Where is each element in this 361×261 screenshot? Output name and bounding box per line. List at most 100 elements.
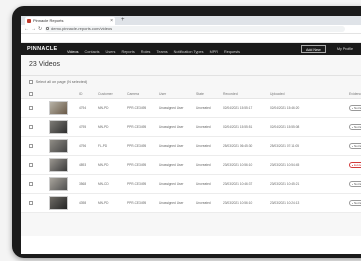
- cell-recorded: 02/04/2021 15:55:51: [223, 125, 253, 129]
- video-thumbnail[interactable]: [49, 120, 68, 134]
- col-recorded[interactable]: Recorded: [223, 90, 238, 98]
- video-thumbnail[interactable]: [49, 177, 68, 191]
- evidence-badge[interactable]: Not Evidence: [349, 181, 361, 187]
- cell-id: 4794: [79, 106, 87, 110]
- row-checkbox[interactable]: [29, 175, 35, 193]
- new-tab-button[interactable]: +: [121, 16, 125, 25]
- evidence-label: Not Evidence: [354, 182, 361, 186]
- col-uploaded[interactable]: Uploaded: [270, 90, 285, 98]
- user-menu[interactable]: My Profile: [337, 43, 353, 55]
- cell-camera: PPR-CE3495: [127, 201, 147, 205]
- table-row[interactable]: 4796 FL-PD PPR-CE3495 Unassigned User Uncrea…: [21, 137, 361, 156]
- back-arrow-icon[interactable]: ←: [24, 25, 29, 33]
- tab-strip: Pinnacle Reports × +: [21, 16, 361, 25]
- status-dot-icon: [351, 107, 354, 110]
- cell-id: 4398: [79, 201, 87, 205]
- lock-icon: [46, 27, 49, 30]
- evidence-badge[interactable]: Not Evidence: [349, 200, 361, 206]
- cell-uploaded: 02/04/2021 15:55:08: [270, 125, 300, 129]
- cell-state: Uncreated: [196, 163, 211, 167]
- select-all-checkbox[interactable]: [29, 80, 33, 84]
- address-bar-row: ← → ↻ demo.pinnacle-reports.com/videos: [21, 25, 361, 34]
- main-content: 23 Videos Select all on page (N selected…: [21, 55, 361, 236]
- video-thumbnail[interactable]: [49, 139, 68, 153]
- cell-user: Unassigned User: [159, 201, 184, 205]
- evidence-badge[interactable]: Evidence: [349, 162, 361, 168]
- table-row[interactable]: 4794 MN-PD PPR-CE3495 Unassigned User Uncrea…: [21, 99, 361, 118]
- evidence-badge[interactable]: Not Evidence: [349, 124, 361, 130]
- cell-recorded: 02/04/2021 15:55:17: [223, 106, 253, 110]
- select-all-row[interactable]: Select all on page (N selected): [29, 80, 87, 84]
- col-state[interactable]: State: [196, 90, 204, 98]
- cell-customer: MN-PD: [98, 106, 109, 110]
- cell-uploaded: 02/04/2021 15:46:20: [270, 106, 300, 110]
- cell-recorded: 23/03/2021 10:56:10: [223, 163, 253, 167]
- cell-state: Uncreated: [196, 125, 211, 129]
- add-new-button[interactable]: Add New: [301, 45, 326, 53]
- cell-uploaded: 23/03/2021 10:54:45: [270, 163, 300, 167]
- status-dot-icon: [351, 164, 354, 167]
- col-camera[interactable]: Camera: [127, 90, 139, 98]
- col-customer[interactable]: Customer: [98, 90, 113, 98]
- browser-window: Pinnacle Reports × + ← → ↻ demo.pinnacle…: [21, 16, 361, 254]
- row-checkbox[interactable]: [29, 156, 35, 174]
- cell-user: Unassigned User: [159, 144, 184, 148]
- reload-icon[interactable]: ↻: [38, 25, 42, 33]
- row-checkbox[interactable]: [29, 194, 35, 212]
- laptop-bezel: Pinnacle Reports × + ← → ↻ demo.pinnacle…: [12, 6, 361, 258]
- cell-customer: MN-CD: [98, 182, 109, 186]
- status-dot-icon: [351, 183, 354, 186]
- cell-user: Unassigned User: [159, 106, 184, 110]
- cell-customer: MN-PD: [98, 125, 109, 129]
- cell-state: Uncreated: [196, 106, 211, 110]
- header-checkbox[interactable]: [29, 90, 35, 98]
- cell-id: 4796: [79, 144, 87, 148]
- url-field[interactable]: demo.pinnacle-reports.com/videos: [45, 26, 345, 32]
- close-icon[interactable]: ×: [110, 17, 113, 25]
- cell-state: Uncreated: [196, 182, 211, 186]
- cell-state: Uncreated: [196, 201, 211, 205]
- row-checkbox[interactable]: [29, 137, 35, 155]
- table-row[interactable]: 4398 MN-PD PPR-CE3495 Unassigned User Uncrea…: [21, 194, 361, 213]
- cell-uploaded: 23/03/2021 10:45:21: [270, 182, 300, 186]
- app-logo: PINNACLE: [27, 46, 58, 52]
- cell-recorded: 23/03/2021 10:46:37: [223, 182, 253, 186]
- table-row[interactable]: 4893 MN-PD PPR-CE3495 Unassigned User Uncrea…: [21, 156, 361, 175]
- evidence-label: Evidence: [354, 163, 361, 167]
- bookmarks-bar: AppsGmailBDM OperationsClient Success Da…: [21, 34, 361, 43]
- cell-camera: PPR-CE3495: [127, 106, 147, 110]
- video-thumbnail[interactable]: [49, 158, 68, 172]
- status-dot-icon: [351, 126, 354, 129]
- evidence-badge[interactable]: Not Evidence: [349, 105, 361, 111]
- cell-camera: PPR-CE3495: [127, 125, 147, 129]
- video-thumbnail[interactable]: [49, 196, 68, 210]
- cell-user: Unassigned User: [159, 182, 184, 186]
- table-row[interactable]: 3568 MN-CD PPR-CE3495 Unassigned User Uncrea…: [21, 175, 361, 194]
- cell-camera: PPR-CE3495: [127, 182, 147, 186]
- app-header: PINNACLE Videos Contacts Users Reports Roles…: [21, 43, 361, 58]
- forward-arrow-icon[interactable]: →: [31, 25, 36, 33]
- cell-user: Unassigned User: [159, 125, 184, 129]
- row-checkbox[interactable]: [29, 99, 35, 117]
- status-dot-icon: [351, 202, 354, 205]
- cell-id: 4795: [79, 125, 87, 129]
- cell-recorded: 25/03/2021 06:45:30: [223, 144, 253, 148]
- cell-customer: MN-PD: [98, 163, 109, 167]
- col-user[interactable]: User: [159, 90, 166, 98]
- cell-uploaded: 25/03/2021 07:11:05: [270, 144, 300, 148]
- col-id[interactable]: ID: [79, 90, 82, 98]
- row-checkbox[interactable]: [29, 118, 35, 136]
- browser-tab[interactable]: Pinnacle Reports ×: [25, 17, 115, 25]
- video-thumbnail[interactable]: [49, 101, 68, 115]
- table-row[interactable]: 4795 MN-PD PPR-CE3495 Unassigned User Uncrea…: [21, 118, 361, 137]
- favicon-icon: [27, 19, 31, 23]
- cell-id: 4893: [79, 163, 87, 167]
- page-title: 23 Videos: [29, 61, 61, 68]
- evidence-badge[interactable]: Not Evidence: [349, 143, 361, 149]
- select-all-label: Select all on page (N selected): [35, 80, 88, 84]
- cell-uploaded: 23/03/2021 10:24:13: [270, 201, 300, 205]
- col-evidence[interactable]: Evidence: [349, 90, 361, 98]
- status-dot-icon: [351, 145, 354, 148]
- cell-customer: MN-PD: [98, 201, 109, 205]
- cell-customer: FL-PD: [98, 144, 108, 148]
